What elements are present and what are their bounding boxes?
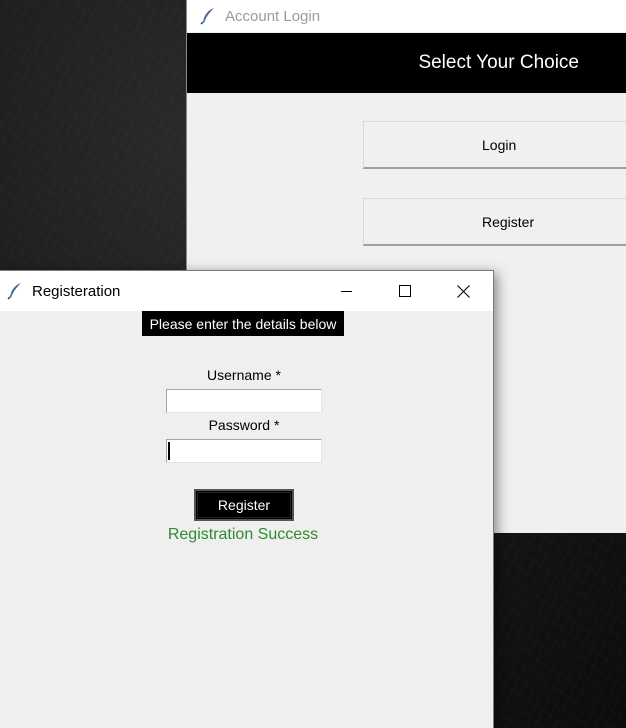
register-submit-label: Register bbox=[217, 497, 271, 513]
password-field[interactable] bbox=[166, 439, 322, 463]
login-button[interactable]: Login bbox=[363, 121, 626, 169]
login-titlebar[interactable]: Account Login bbox=[187, 0, 626, 32]
maximize-button[interactable] bbox=[376, 271, 434, 311]
close-icon bbox=[456, 284, 470, 298]
minimize-icon bbox=[341, 291, 352, 292]
choice-header: Select Your Choice bbox=[187, 33, 626, 93]
close-button[interactable] bbox=[434, 271, 492, 311]
minimize-button[interactable] bbox=[318, 271, 376, 311]
feather-icon bbox=[6, 282, 24, 300]
register-submit-button[interactable]: Register bbox=[194, 489, 294, 521]
text-cursor bbox=[168, 442, 170, 460]
maximize-icon bbox=[399, 285, 411, 297]
password-label: Password * bbox=[208, 417, 280, 433]
username-field[interactable] bbox=[166, 389, 322, 413]
feather-icon bbox=[199, 7, 217, 25]
desktop-background: Account Login Select Your Choice Login R… bbox=[0, 0, 626, 728]
username-label: Username * bbox=[207, 367, 281, 383]
registration-titlebar[interactable]: Registeration bbox=[0, 271, 493, 311]
instructions-banner: Please enter the details below bbox=[142, 311, 344, 336]
window-title: Registeration bbox=[32, 282, 121, 300]
register-button[interactable]: Register bbox=[363, 198, 626, 246]
window-title: Account Login bbox=[225, 7, 321, 25]
status-message: Registration Success bbox=[167, 526, 319, 543]
